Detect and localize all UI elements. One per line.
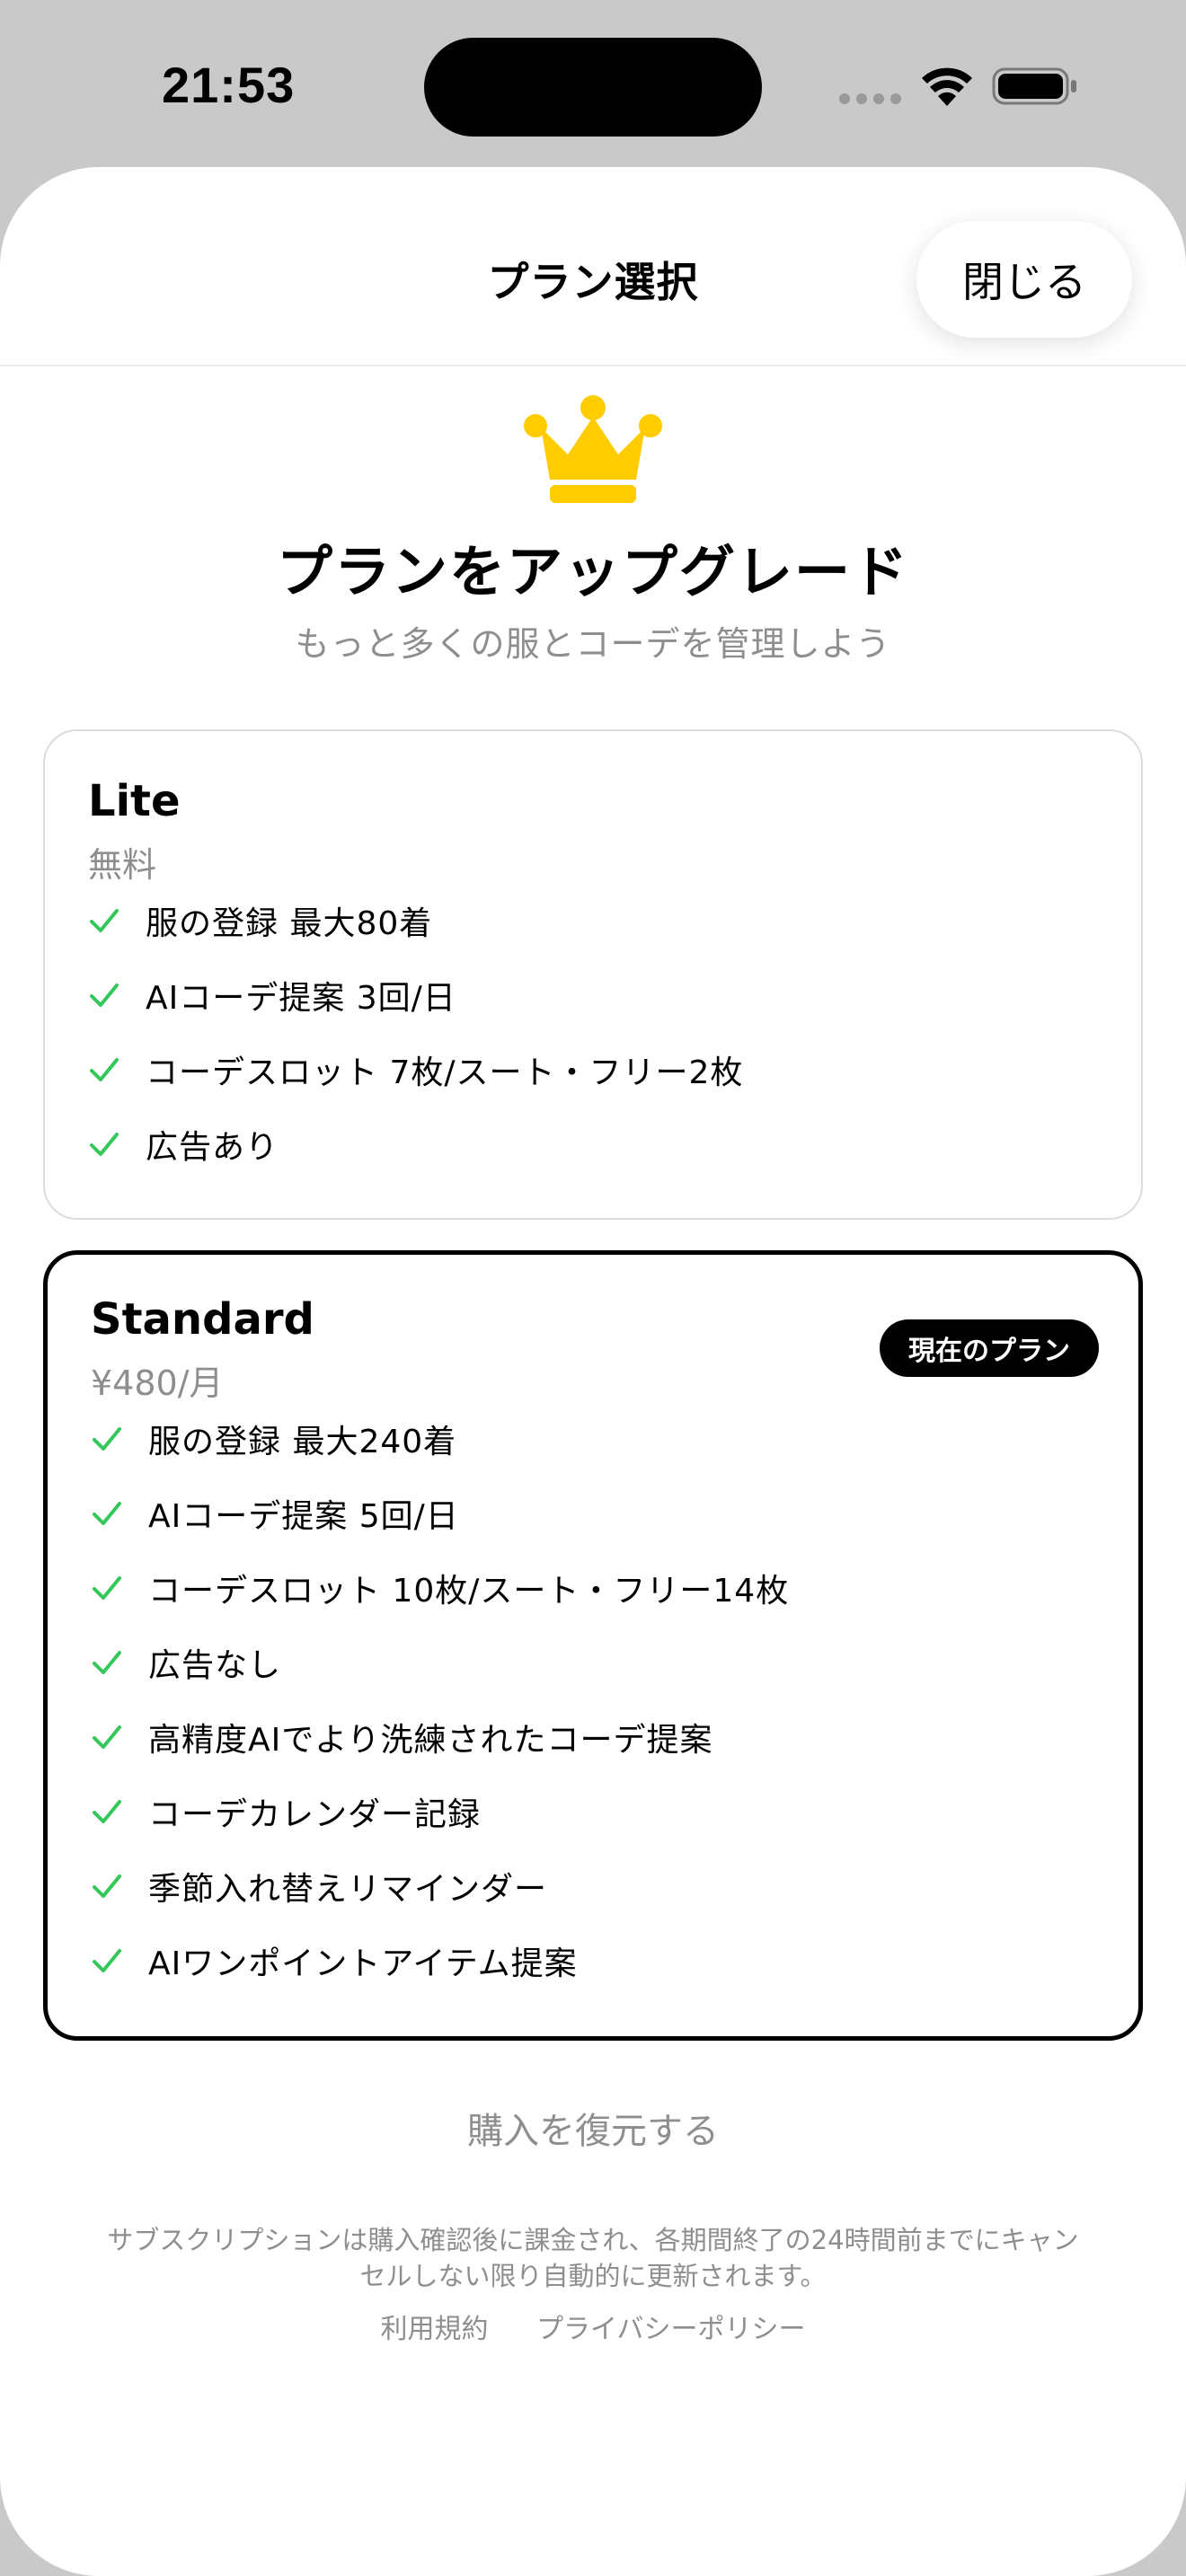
feature-item: 広告あり: [88, 1122, 279, 1167]
feature-item: コーデカレンダー記録: [91, 1789, 481, 1834]
restore-purchases-button[interactable]: 購入を復元する: [0, 2102, 1186, 2154]
checkmark-icon: [93, 1651, 121, 1674]
subscription-legal-text: サブスクリプションは購入確認後に課金され、各期間終了の24時間前までにキャン セ…: [63, 2222, 1123, 2294]
feature-label: コーデスロット 7枚/スート・フリー2枚: [146, 1054, 744, 1091]
checkmark-icon: [93, 1725, 121, 1749]
plan-price: 無料: [88, 845, 157, 885]
feature-item: AIコーデ提案 3回/日: [88, 973, 456, 1018]
legal-links: 利用規約 プライバシーポリシー: [0, 2307, 1186, 2346]
checkmark-icon: [93, 1576, 121, 1600]
feature-item: 服の登録 最大80着: [88, 898, 432, 943]
feature-item: 高精度AIでより洗練されたコーデ提案: [91, 1715, 713, 1760]
feature-label: 服の登録 最大240着: [148, 1424, 457, 1460]
status-time: 21:53: [162, 57, 296, 113]
feature-label: AIコーデ提案 5回/日: [148, 1498, 459, 1535]
feature-item: 服の登録 最大240着: [91, 1416, 456, 1461]
cellular-signal-icon: [839, 93, 902, 106]
checkmark-icon: [93, 1875, 121, 1898]
checkmark-icon: [90, 1058, 119, 1081]
legal-line: セルしない限り自動的に更新されます。: [359, 2261, 827, 2291]
checkmark-icon: [93, 1502, 121, 1525]
checkmark-icon: [90, 909, 119, 932]
feature-item: 季節入れ替えリマインダー: [91, 1864, 547, 1909]
feature-label: 季節入れ替えリマインダー: [148, 1871, 548, 1908]
current-plan-badge: 現在のプラン: [880, 1319, 1099, 1377]
feature-label: コーデカレンダー記録: [148, 1796, 482, 1833]
checkmark-icon: [90, 1133, 119, 1156]
checkmark-icon: [93, 1800, 121, 1823]
checkmark-icon: [93, 1949, 121, 1972]
feature-item: コーデスロット 10枚/スート・フリー14枚: [91, 1566, 789, 1610]
terms-link[interactable]: 利用規約: [381, 2314, 489, 2345]
feature-label: 高精度AIでより洗練されたコーデ提案: [148, 1722, 713, 1759]
plan-price: ¥480/月: [91, 1363, 224, 1403]
privacy-policy-link[interactable]: プライバシーポリシー: [536, 2314, 805, 2345]
wifi-icon: [922, 67, 972, 106]
plan-card-standard[interactable]: Standard ¥480/月 現在のプラン 服の登録 最大240着 AIコーデ…: [43, 1250, 1143, 2041]
feature-label: AIワンポイントアイテム提案: [148, 1945, 578, 1982]
feature-label: 広告あり: [146, 1129, 279, 1166]
status-bar: 21:53: [0, 0, 1186, 171]
feature-item: コーデスロット 7枚/スート・フリー2枚: [88, 1047, 743, 1092]
feature-label: コーデスロット 10枚/スート・フリー14枚: [148, 1573, 790, 1610]
feature-item: AIコーデ提案 5回/日: [91, 1491, 459, 1536]
plan-card-lite[interactable]: Lite 無料 服の登録 最大80着 AIコーデ提案 3回/日 コーデスロット …: [43, 729, 1143, 1220]
nav-bar: プラン選択 閉じる: [0, 167, 1186, 366]
feature-label: 広告なし: [148, 1647, 282, 1684]
feature-label: 服の登録 最大80着: [146, 905, 433, 942]
page-title: プランをアップグレード: [276, 539, 909, 604]
dynamic-island: [424, 38, 762, 137]
checkmark-icon: [93, 1427, 121, 1451]
checkmark-icon: [90, 984, 119, 1007]
close-button[interactable]: 閉じる: [916, 221, 1132, 338]
page-subtitle: もっと多くの服とコーデを管理しよう: [295, 624, 891, 664]
legal-line: サブスクリプションは購入確認後に課金され、各期間終了の24時間前までにキャン: [107, 2225, 1079, 2255]
plan-selection-sheet: プラン選択 閉じる プランをアップグレード もっと多くの服とコーデを管理しよう …: [0, 167, 1186, 2576]
battery-icon: [992, 67, 1076, 105]
feature-item: AIワンポイントアイテム提案: [91, 1938, 578, 1983]
plan-name: Lite: [88, 776, 181, 826]
feature-label: AIコーデ提案 3回/日: [146, 980, 456, 1017]
feature-item: 広告なし: [91, 1640, 281, 1685]
crown-icon: [524, 395, 662, 503]
plan-name: Standard: [91, 1294, 314, 1345]
